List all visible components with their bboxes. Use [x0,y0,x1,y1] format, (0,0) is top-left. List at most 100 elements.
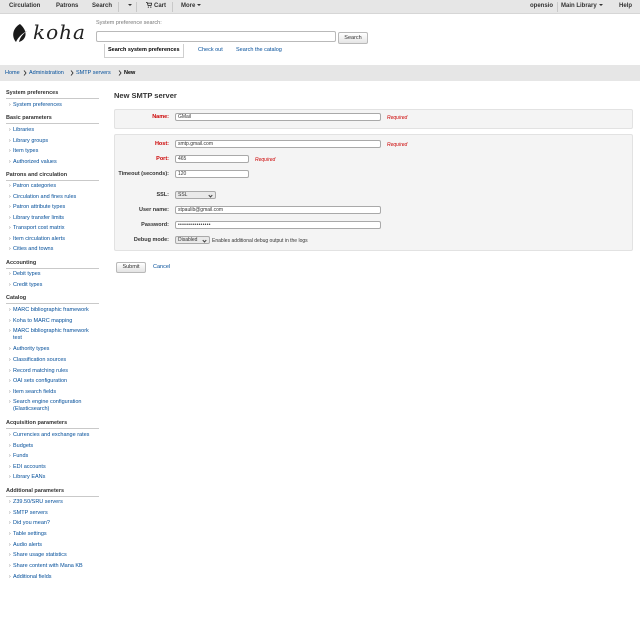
sidebar-item-library-transfer-limits[interactable]: › Library transfer limits [9,215,99,222]
chevron-down-icon [202,238,207,243]
sidebar-heading: Additional parameters [6,488,65,494]
sidebar-heading: Patrons and circulation [6,172,68,178]
sidebar-item-record-matching-rules[interactable]: › Record matching rules [9,368,99,375]
debug-mode-select[interactable]: Disabled [175,236,210,244]
nav-divider [136,2,137,12]
sidebar-item-item-circulation-alerts[interactable]: › Item circulation alerts [9,236,99,243]
sidebar-item-budgets[interactable]: › Budgets [9,443,99,450]
nav-cart-label: Cart [154,3,167,9]
sidebar-item-credit-types[interactable]: › Credit types [9,282,99,289]
tab-search-system-preferences[interactable]: Search system preferences [104,44,184,58]
cart-icon [146,2,153,9]
sidebar-item-oai-sets[interactable]: › OAI sets configuration [9,378,99,385]
timeout-input[interactable]: 120 [175,170,249,178]
sidebar-heading: Acquisition parameters [6,420,68,426]
nav-more-label: More [181,3,196,9]
user-menu[interactable]: opensio [530,0,553,14]
library-menu-label: Main Library [561,3,597,9]
sidebar-divider [6,496,99,497]
nav-more[interactable]: More [181,0,202,14]
sidebar-item-item-types[interactable]: › Item types [9,148,99,155]
host-input[interactable]: smtp.gmail.com [175,140,381,148]
sidebar-item-smtp-servers[interactable]: › SMTP servers [9,510,99,517]
sidebar-divider [6,303,99,304]
nav-patrons[interactable]: Patrons [56,0,78,14]
sidebar-item-debit-types[interactable]: › Debit types [9,271,99,278]
required-note: Required [255,156,276,163]
nav-divider [172,2,173,12]
sidebar-item-patron-categories[interactable]: › Patron categories [9,183,99,190]
top-navigation-bar: Circulation Patrons Search Cart More ope… [0,0,640,14]
ssl-label: SSL: [156,192,169,198]
sidebar-item-library-groups[interactable]: › Library groups [9,138,99,145]
port-label: Port: [156,156,169,162]
sidebar-item-patron-attribute-types[interactable]: › Patron attribute types [9,204,99,211]
password-input[interactable]: •••••••••••••••• [175,221,381,229]
required-note: Required [387,114,408,121]
tab-search-catalog[interactable]: Search the catalog [236,44,282,58]
sidebar-heading: System preferences [6,90,59,96]
sidebar-item-table-settings[interactable]: › Table settings [9,531,99,538]
chevron-down-icon [598,4,603,7]
user-name-input[interactable]: stpaulib@gmail.com [175,206,381,214]
chevron-right-icon [70,70,74,76]
search-button[interactable]: Search [338,32,368,44]
nav-cart[interactable]: Cart [146,0,166,14]
tab-check-out[interactable]: Check out [198,44,223,58]
breadcrumb-current: New [124,70,136,76]
sidebar-item-currencies[interactable]: › Currencies and exchange rates [9,432,99,439]
chevron-right-icon [23,70,27,76]
sidebar-item-did-you-mean[interactable]: › Did you mean? [9,520,99,527]
chevron-down-icon [128,4,132,7]
koha-logo[interactable]: koha [9,20,86,44]
name-input[interactable]: GMail [175,113,381,121]
breadcrumb: Home Administration SMTP servers New [0,65,640,81]
chevron-down-icon [197,4,202,7]
library-menu[interactable]: Main Library [561,0,603,14]
sidebar-item-circulation-rules[interactable]: › Circulation and fines rules [9,194,99,201]
breadcrumb-administration[interactable]: Administration [29,65,64,81]
sidebar-heading: Catalog [6,295,27,301]
help-link[interactable]: Help [619,0,632,14]
sidebar-item-additional-fields[interactable]: › Additional fields [9,574,99,581]
sidebar-item-item-search-fields[interactable]: › Item search fields [9,389,99,396]
koha-leaf-icon [13,24,27,42]
sidebar-heading: Basic parameters [6,115,52,121]
submit-button[interactable]: Submit [116,262,146,273]
logo-wordmark: koha [33,20,86,44]
sidebar-item-funds[interactable]: › Funds [9,453,99,460]
name-label: Name: [152,114,169,120]
debug-mode-value: Disabled [178,237,198,243]
cancel-link[interactable]: Cancel [153,264,170,270]
sidebar-divider [6,123,99,124]
breadcrumb-smtp-servers[interactable]: SMTP servers [76,65,111,81]
debug-mode-label: Debug mode: [133,237,169,243]
sidebar-item-authorized-values[interactable]: › Authorized values [9,159,99,166]
breadcrumb-home[interactable]: Home [5,65,20,81]
sidebar-item-audio-alerts[interactable]: › Audio alerts [9,542,99,549]
sidebar-item-koha-to-marc-mapping[interactable]: › Koha to MARC mapping [9,318,99,325]
required-note: Required [387,141,408,148]
port-input[interactable]: 465 [175,155,249,163]
search-input[interactable] [96,31,336,42]
sidebar-item-z3950-servers[interactable]: › Z39.50/SRU servers [9,499,99,506]
sidebar-item-authority-types[interactable]: › Authority types [9,346,99,353]
sidebar-item-system-preferences[interactable]: › System preferences [9,102,99,109]
sidebar-item-classification-sources[interactable]: › Classification sources [9,357,99,364]
sidebar-item-marc-framework[interactable]: › MARC bibliographic framework [9,307,99,314]
search-menu-dropdown[interactable] [126,0,132,14]
sidebar-item-edi-accounts[interactable]: › EDI accounts [9,464,99,471]
sidebar-item-search-engine-config[interactable]: › Search engine configuration (Elasticsea… [9,399,99,413]
sidebar-item-library-eans[interactable]: › Library EANs [9,474,99,481]
host-label: Host: [154,141,169,147]
ssl-select[interactable]: SSL [175,191,216,199]
timeout-label: Timeout (seconds): [118,171,169,177]
sidebar-item-share-with-mana[interactable]: › Share content with Mana KB [9,563,99,570]
sidebar-item-transport-cost-matrix[interactable]: › Transport cost matrix [9,225,99,232]
sidebar-item-share-usage-statistics[interactable]: › Share usage statistics [9,552,99,559]
nav-search[interactable]: Search [92,0,112,14]
sidebar-item-cities-and-towns[interactable]: › Cities and towns [9,246,99,253]
sidebar-item-libraries[interactable]: › Libraries [9,127,99,134]
sidebar-item-marc-framework-test[interactable]: › MARC bibliographic framework test [9,328,99,342]
nav-circulation[interactable]: Circulation [9,0,40,14]
